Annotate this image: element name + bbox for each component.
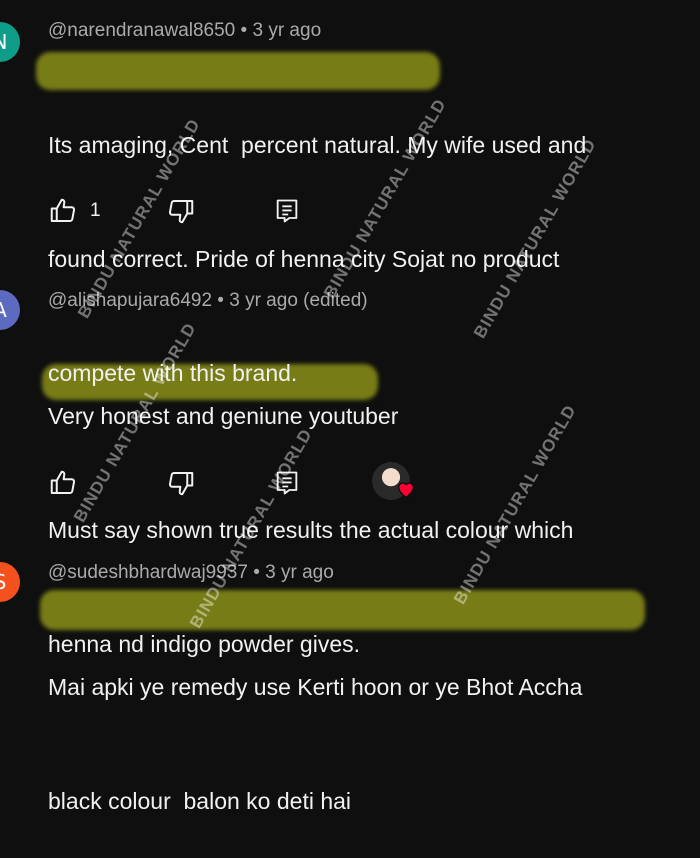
avatar-letter: N — [0, 30, 7, 54]
avatar[interactable]: S — [0, 562, 20, 602]
avatar-letter: S — [0, 570, 6, 594]
reply-button[interactable] — [270, 194, 304, 228]
comment-time[interactable]: 3 yr ago — [252, 20, 321, 41]
thumbs-down-icon — [168, 472, 194, 496]
comment-meta: @sudeshbhardwaj9937 • 3 yr ago — [48, 562, 334, 584]
comment-author[interactable]: @narendranawal8650 — [48, 20, 235, 41]
dislike-button[interactable] — [164, 466, 198, 500]
separator-dot: • — [240, 20, 253, 41]
comment-line: Its amaging, Cent percent natural. My wi… — [48, 132, 587, 158]
comment-author[interactable]: @sudeshbhardwaj9937 — [48, 562, 248, 583]
avatar[interactable]: A — [0, 290, 20, 330]
comment-time[interactable]: 3 yr ago (edited) — [229, 290, 367, 311]
heart-icon — [397, 482, 415, 499]
comment-line: Mai apki ye remedy use Kerti hoon or ye … — [48, 674, 583, 700]
comment-line: Must say shown true results the actual c… — [48, 517, 574, 543]
like-count: 1 — [90, 200, 101, 221]
reply-icon — [276, 199, 298, 223]
dislike-button[interactable] — [164, 194, 198, 228]
comment-line: Very honest and geniune youtuber — [48, 403, 399, 429]
thumbs-down-icon — [168, 200, 194, 224]
comment-author[interactable]: @alishapujara6492 — [48, 290, 212, 311]
separator-dot: • — [253, 562, 266, 583]
comment-line: black colour balon ko deti hai — [48, 788, 352, 814]
thumbs-up-icon — [50, 470, 76, 494]
reply-button[interactable] — [270, 466, 304, 500]
avatar[interactable]: N — [0, 22, 20, 62]
comment-meta: @alishapujara6492 • 3 yr ago (edited) — [48, 290, 368, 312]
avatar-letter: A — [0, 298, 7, 322]
comment-time[interactable]: 3 yr ago — [265, 562, 334, 583]
comment-line: found correct. Pride of henna city Sojat… — [48, 246, 560, 272]
reply-icon — [276, 471, 298, 495]
comment-body: Mai apki ye remedy use Kerti hoon or ye … — [48, 592, 688, 858]
comment-meta: @narendranawal8650 • 3 yr ago — [48, 20, 321, 42]
like-button[interactable] — [46, 194, 80, 228]
like-button[interactable] — [46, 466, 80, 500]
separator-dot: • — [217, 290, 230, 311]
thumbs-up-icon — [50, 198, 76, 222]
